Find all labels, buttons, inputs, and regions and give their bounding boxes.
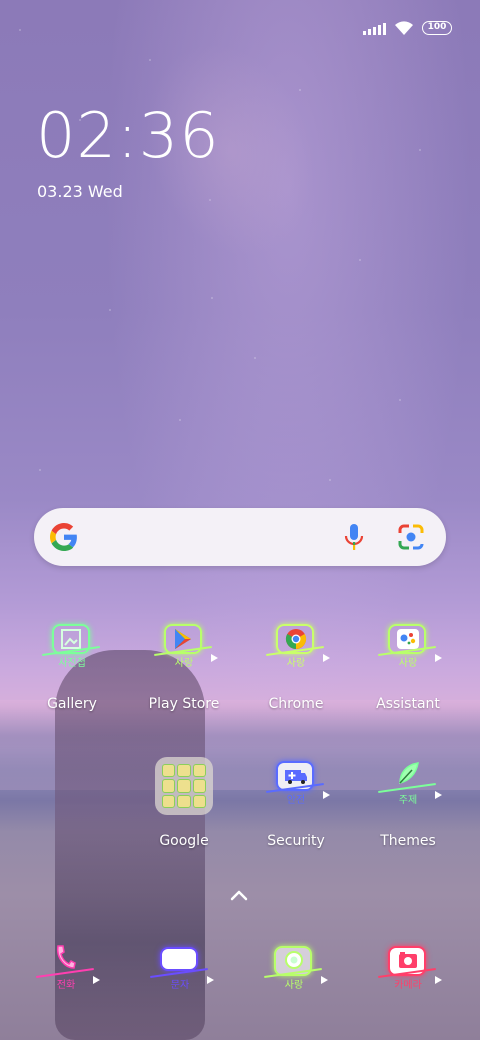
dock-camera-app[interactable]: 사랑 <box>264 942 344 1002</box>
app-drawer-chevron-up-icon[interactable] <box>229 888 249 902</box>
app-label: Assistant <box>376 696 440 712</box>
app-label: Themes <box>380 833 436 849</box>
assistant-icon: 사랑 <box>378 620 442 680</box>
app-themes[interactable]: 주제 Themes <box>358 757 458 849</box>
app-chrome[interactable]: 사랑 Chrome <box>246 620 346 712</box>
google-lens-icon[interactable] <box>398 524 424 550</box>
phone-icon: 전화 <box>36 942 100 1002</box>
camera-icon: 카메라 <box>378 942 442 1002</box>
folder-icon <box>154 757 214 817</box>
message-icon: 문자 <box>150 942 214 1002</box>
app-label: Security <box>267 833 325 849</box>
clock-date[interactable]: 03.23 Wed <box>37 182 123 201</box>
app-folder-google[interactable]: Google <box>134 757 234 849</box>
dock-messages[interactable]: 문자 <box>150 942 230 1002</box>
app-label: Chrome <box>268 696 324 712</box>
app-label: Gallery <box>47 696 97 712</box>
battery-indicator: 100 <box>422 21 452 35</box>
cellular-signal-icon <box>363 22 386 35</box>
dock-camera[interactable]: 카메라 <box>378 942 458 1002</box>
app-gallery[interactable]: 사진첩 Gallery <box>22 620 122 712</box>
feather-icon: 주제 <box>378 757 442 817</box>
google-search-bar[interactable] <box>34 508 446 566</box>
app-label: Google <box>159 833 209 849</box>
app-security[interactable]: 안전 Security <box>246 757 346 849</box>
mic-icon[interactable] <box>344 523 364 551</box>
play-store-icon: 사랑 <box>154 620 218 680</box>
dock-phone[interactable]: 전화 <box>36 942 116 1002</box>
wifi-icon <box>395 21 413 35</box>
status-bar: 100 <box>363 18 452 38</box>
app-label: Play Store <box>148 696 220 712</box>
app-play-store[interactable]: 사랑 Play Store <box>134 620 234 712</box>
chrome-icon: 사랑 <box>266 620 330 680</box>
gallery-icon: 사진첩 <box>42 620 102 680</box>
ambulance-icon: 안전 <box>266 757 330 817</box>
clock-time[interactable]: 02:36 <box>36 100 220 172</box>
app-assistant[interactable]: 사랑 Assistant <box>358 620 458 712</box>
camera-round-icon: 사랑 <box>264 942 328 1002</box>
google-logo-icon <box>50 523 77 551</box>
